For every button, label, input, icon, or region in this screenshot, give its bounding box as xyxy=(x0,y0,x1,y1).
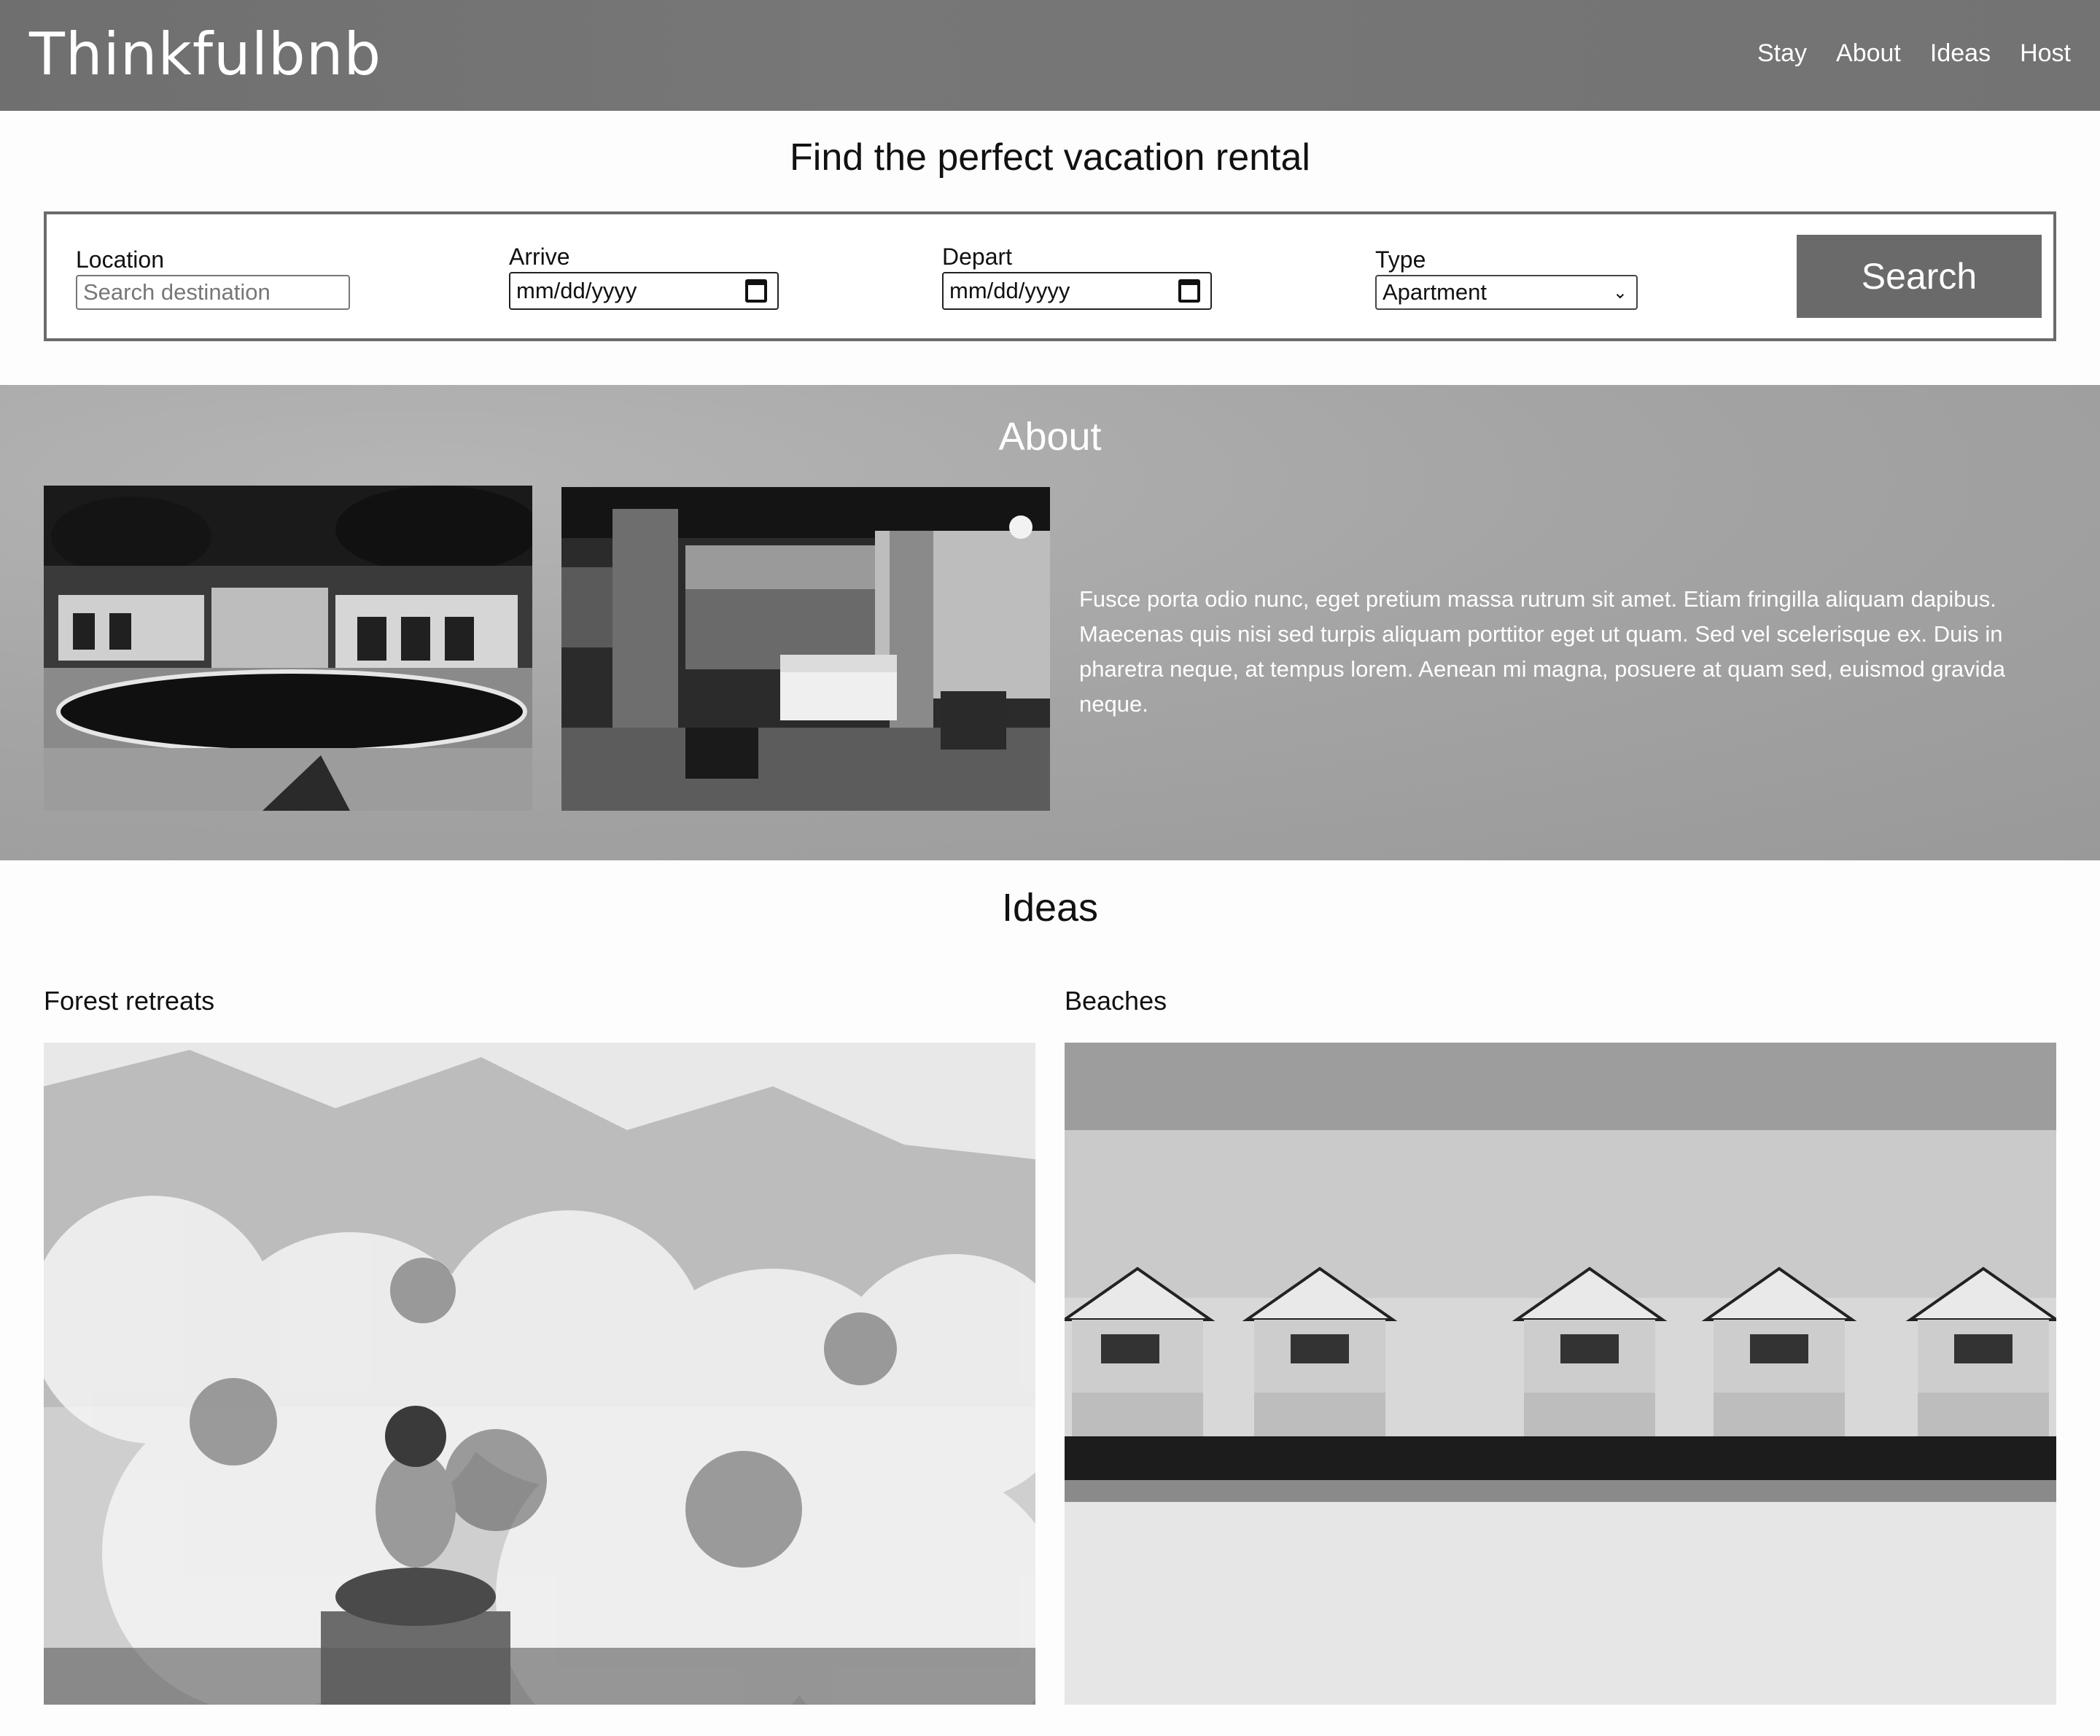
villa-pool-photo xyxy=(44,486,532,811)
nav-link-stay[interactable]: Stay xyxy=(1757,39,1807,68)
location-input[interactable]: Search destination xyxy=(76,275,350,310)
nav-link-about[interactable]: About xyxy=(1836,39,1901,68)
location-field-group: Location Search destination xyxy=(76,246,350,310)
nav-link-host[interactable]: Host xyxy=(2020,39,2071,68)
search-button[interactable]: Search xyxy=(1797,235,2042,318)
type-select[interactable]: Apartment ⌄ xyxy=(1375,275,1638,310)
top-navigation-bar: Thinkfulbnb Stay About Ideas Host xyxy=(0,0,2100,111)
idea-label-beaches[interactable]: Beaches xyxy=(1065,986,1167,1016)
beach-houses-photo[interactable] xyxy=(1065,1043,2056,1705)
ideas-title: Ideas xyxy=(1001,886,1099,930)
depart-date-value: mm/dd/yyyy xyxy=(949,278,1070,303)
loft-bedroom-photo xyxy=(561,487,1050,811)
search-form: Location Search destination Arrive mm/dd… xyxy=(44,211,2056,341)
about-title: About xyxy=(998,415,1102,459)
arrive-field-group: Arrive mm/dd/yyyy xyxy=(509,244,779,310)
type-select-value: Apartment xyxy=(1382,279,1488,305)
location-label: Location xyxy=(76,246,164,273)
hero-title: Find the perfect vacation rental xyxy=(790,136,1310,179)
depart-field-group: Depart mm/dd/yyyy xyxy=(942,244,1212,310)
about-description: Fusce porta odio nunc, eget pretium mass… xyxy=(1079,586,2006,717)
calendar-icon[interactable] xyxy=(1178,279,1200,303)
chevron-down-icon: ⌄ xyxy=(1612,283,1628,303)
arrive-date-value: mm/dd/yyyy xyxy=(516,278,637,303)
depart-date-input[interactable]: mm/dd/yyyy xyxy=(942,272,1212,310)
forest-retreat-photo[interactable] xyxy=(44,1043,1035,1705)
arrive-date-input[interactable]: mm/dd/yyyy xyxy=(509,272,779,310)
nav-link-ideas[interactable]: Ideas xyxy=(1930,39,1991,68)
depart-label: Depart xyxy=(942,244,1013,270)
type-label: Type xyxy=(1375,246,1426,273)
about-section: About Fusce porta odio nunc, eget pretiu… xyxy=(0,385,2100,860)
arrive-label: Arrive xyxy=(509,244,570,270)
type-field-group: Type Apartment ⌄ xyxy=(1375,246,1638,310)
site-logo[interactable]: Thinkfulbnb xyxy=(29,20,381,88)
main-nav: Stay About Ideas Host xyxy=(1757,39,2071,68)
idea-label-forest-retreats[interactable]: Forest retreats xyxy=(44,986,214,1016)
calendar-icon[interactable] xyxy=(745,279,767,303)
